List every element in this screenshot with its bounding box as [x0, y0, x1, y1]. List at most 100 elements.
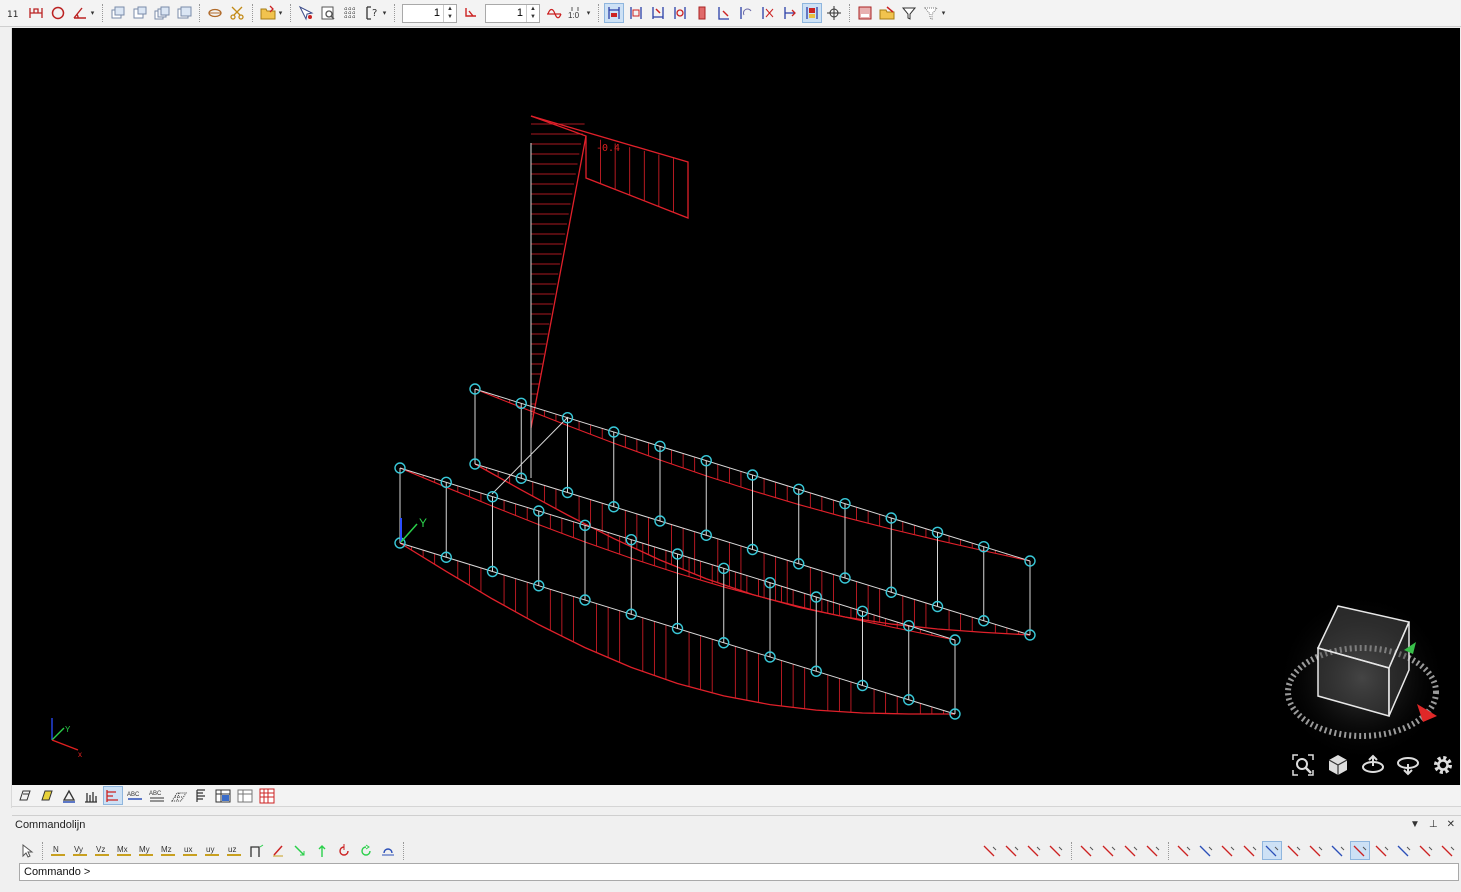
close-icon[interactable]: ✕: [1447, 819, 1455, 830]
filter-options-button[interactable]: [921, 3, 941, 23]
snap-point-button[interactable]: [1262, 841, 1282, 860]
labels-2-button[interactable]: ABC: [147, 786, 167, 805]
snap-line-button[interactable]: [1143, 841, 1163, 860]
result-rotate-blue-button[interactable]: [378, 841, 398, 860]
snap-curve-1-button[interactable]: [1372, 841, 1392, 860]
result-vy-button[interactable]: Vy: [70, 841, 90, 860]
command-input[interactable]: [94, 864, 1458, 880]
snap-tangent-button[interactable]: [1099, 841, 1119, 860]
section-view-button[interactable]: [191, 786, 211, 805]
snap-select-button[interactable]: [1174, 841, 1194, 860]
snap-arrow-2-button[interactable]: [1306, 841, 1326, 860]
snap-near-button[interactable]: [1121, 841, 1141, 860]
spinner-2[interactable]: ▲▼: [485, 3, 540, 23]
result-mx-button[interactable]: Mx: [114, 841, 134, 860]
result-toggle-4-button[interactable]: [670, 3, 690, 23]
result-uz-button[interactable]: uz: [224, 841, 244, 860]
zoom-extents-button[interactable]: [1289, 751, 1317, 779]
result-ux-button[interactable]: ux: [180, 841, 200, 860]
window-cascade-button[interactable]: [108, 3, 128, 23]
table-view-button[interactable]: [213, 786, 233, 805]
window-new-button[interactable]: [174, 3, 194, 23]
result-my-button[interactable]: My: [136, 841, 156, 860]
spin-up-icon[interactable]: ▲: [444, 5, 456, 14]
result-toggle-2-button[interactable]: [626, 3, 646, 23]
result-reaction-button[interactable]: [290, 841, 310, 860]
view-settings-button[interactable]: [1429, 751, 1457, 779]
pointer-tool-button[interactable]: [17, 841, 37, 860]
result-vz-button[interactable]: Vz: [92, 841, 112, 860]
select-tool-button[interactable]: [296, 3, 316, 23]
result-toggle-9-button[interactable]: [780, 3, 800, 23]
result-toggle-1-button[interactable]: [604, 3, 624, 23]
solid-view-button[interactable]: [37, 786, 57, 805]
result-toggle-8-button[interactable]: [758, 3, 778, 23]
dimension-tool-button[interactable]: [26, 3, 46, 23]
filter-dropdown-arrow[interactable]: ▾: [940, 9, 947, 17]
snap-cross-button[interactable]: [1240, 841, 1260, 860]
snap-curve-2-button[interactable]: [1394, 841, 1414, 860]
pin-icon[interactable]: ⊥: [1429, 819, 1438, 830]
table-alt-view-button[interactable]: [235, 786, 255, 805]
loads-view-button[interactable]: [81, 786, 101, 805]
result-toggle-3-button[interactable]: [648, 3, 668, 23]
result-vertical-button[interactable]: [312, 841, 332, 860]
diagram-scale-button[interactable]: [544, 3, 564, 23]
snap-ruler-button[interactable]: [1416, 841, 1436, 860]
angle-tool-button[interactable]: [70, 3, 90, 23]
help-query-button[interactable]: ?: [362, 3, 382, 23]
load-step-button[interactable]: [461, 3, 481, 23]
result-n-button[interactable]: N: [48, 841, 68, 860]
orbit-up-button[interactable]: [1359, 751, 1387, 779]
help-dropdown-arrow[interactable]: ▾: [381, 9, 388, 17]
spinner-1[interactable]: ▲▼: [402, 3, 457, 23]
numbering-tool-button[interactable]: 11: [4, 3, 24, 23]
spinner-1-input[interactable]: [403, 4, 443, 22]
result-rotate-button[interactable]: [334, 841, 354, 860]
result-toggle-10-button[interactable]: [802, 3, 822, 23]
folder-dropdown-arrow[interactable]: ▾: [277, 9, 284, 17]
spin-up-icon[interactable]: ▲: [527, 5, 539, 14]
cut-tool-button[interactable]: [227, 3, 247, 23]
open-folder-button[interactable]: [258, 3, 278, 23]
mesh-view-button[interactable]: [169, 786, 189, 805]
spinner-2-input[interactable]: [486, 4, 526, 22]
snap-end-button[interactable]: [980, 841, 1000, 860]
snap-intersect-button[interactable]: [1046, 841, 1066, 860]
supports-view-button[interactable]: [59, 786, 79, 805]
angle-dropdown-arrow[interactable]: ▾: [89, 9, 96, 17]
report-tool-button[interactable]: [855, 3, 875, 23]
labels-1-button[interactable]: ABC: [125, 786, 145, 805]
snap-perp-button[interactable]: [1077, 841, 1097, 860]
snap-arrow-1-button[interactable]: [1284, 841, 1304, 860]
result-uy-button[interactable]: uy: [202, 841, 222, 860]
snap-angle-button[interactable]: [1350, 841, 1370, 860]
spinner-1-arrows[interactable]: ▲ ▼: [443, 4, 456, 22]
snap-node-button[interactable]: [1218, 841, 1238, 860]
spinner-2-arrows[interactable]: ▲ ▼: [526, 4, 539, 22]
snap-grid-button[interactable]: [1196, 841, 1216, 860]
orbit-down-button[interactable]: [1394, 751, 1422, 779]
scale-factor-button[interactable]: 1:0: [566, 3, 586, 23]
grid-result-view-button[interactable]: [257, 786, 277, 805]
scale-dropdown-arrow[interactable]: ▾: [585, 9, 592, 17]
wireframe-view-button[interactable]: [15, 786, 35, 805]
result-frame-button[interactable]: [246, 841, 266, 860]
view-cube[interactable]: [1277, 593, 1447, 763]
print-preview-button[interactable]: [318, 3, 338, 23]
spin-down-icon[interactable]: ▼: [527, 13, 539, 22]
result-toggle-6-button[interactable]: [714, 3, 734, 23]
result-toggle-7-button[interactable]: [736, 3, 756, 23]
result-mz-button[interactable]: Mz: [158, 841, 178, 860]
panel-menu-chevron-icon[interactable]: ▼: [1410, 819, 1420, 830]
result-toggle-5-button[interactable]: [692, 3, 712, 23]
view-cube-toggle-button[interactable]: [1324, 751, 1352, 779]
target-tool-button[interactable]: [824, 3, 844, 23]
result-rotate-green-button[interactable]: [356, 841, 376, 860]
snap-center-button[interactable]: [1024, 841, 1044, 860]
result-arrow-button[interactable]: [268, 841, 288, 860]
grid-tool-button[interactable]: [340, 3, 360, 23]
render-tool-button[interactable]: [205, 3, 225, 23]
diagram-view-button[interactable]: [103, 786, 123, 805]
window-arrange-button[interactable]: [152, 3, 172, 23]
